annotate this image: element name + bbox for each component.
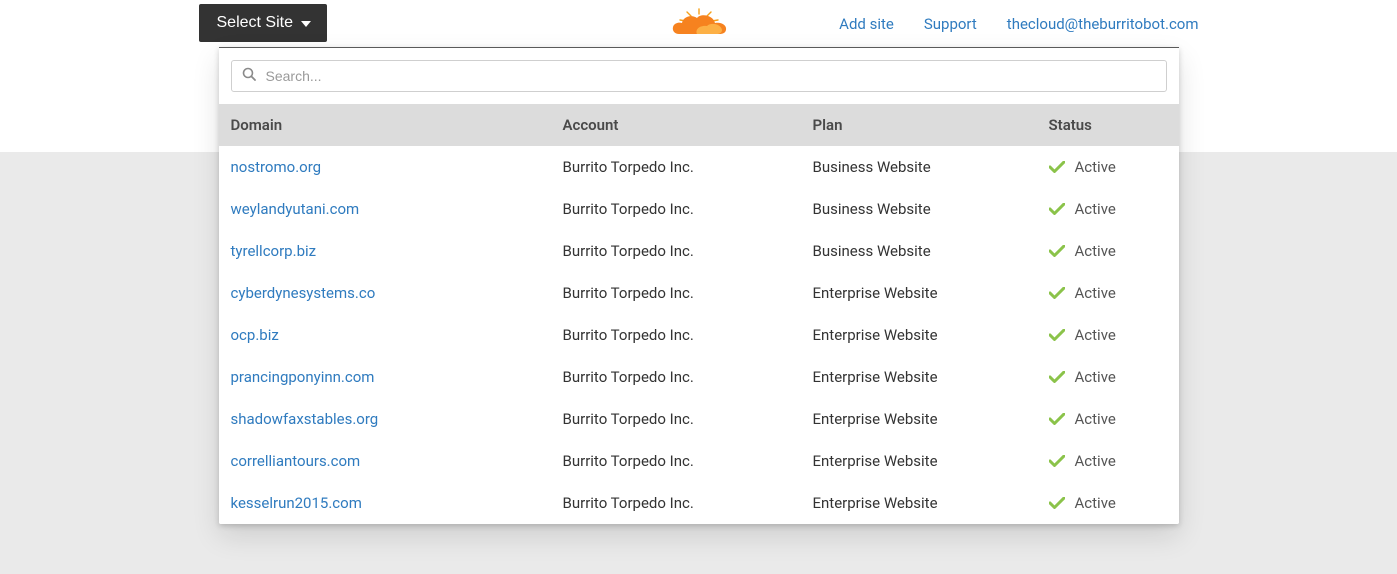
caret-down-icon [301, 14, 311, 32]
table-row[interactable]: prancingponyinn.com Burrito Torpedo Inc.E… [219, 356, 1179, 398]
plan-cell: Enterprise Website [813, 284, 1049, 302]
check-icon [1049, 497, 1065, 509]
account-cell: Burrito Torpedo Inc. [563, 284, 813, 302]
status-text: Active [1075, 200, 1116, 218]
status-text: Active [1075, 326, 1116, 344]
domain-link[interactable]: weylandyutani.com [231, 200, 360, 218]
check-icon [1049, 245, 1065, 257]
table-row[interactable]: correlliantours.com Burrito Torpedo Inc.E… [219, 440, 1179, 482]
domain-link[interactable]: tyrellcorp.biz [231, 242, 317, 260]
table-row[interactable]: cyberdynesystems.co Burrito Torpedo Inc.E… [219, 272, 1179, 314]
account-email-link[interactable]: thecloud@theburritobot.com [1007, 15, 1199, 33]
check-icon [1049, 371, 1065, 383]
table-header-row: Domain Account Plan Status [219, 104, 1179, 146]
domain-link[interactable]: kesselrun2015.com [231, 494, 362, 512]
plan-cell: Enterprise Website [813, 326, 1049, 344]
column-header-plan: Plan [813, 116, 1049, 134]
plan-cell: Business Website [813, 242, 1049, 260]
support-link[interactable]: Support [924, 15, 977, 33]
table-row[interactable]: tyrellcorp.biz Burrito Torpedo Inc.Busine… [219, 230, 1179, 272]
status-text: Active [1075, 284, 1116, 302]
table-row[interactable]: weylandyutani.com Burrito Torpedo Inc.Bus… [219, 188, 1179, 230]
check-icon [1049, 455, 1065, 467]
domain-link[interactable]: correlliantours.com [231, 452, 361, 470]
status-text: Active [1075, 158, 1116, 176]
plan-cell: Business Website [813, 158, 1049, 176]
account-cell: Burrito Torpedo Inc. [563, 200, 813, 218]
status-text: Active [1075, 368, 1116, 386]
plan-cell: Enterprise Website [813, 452, 1049, 470]
status-text: Active [1075, 242, 1116, 260]
select-site-label: Select Site [217, 14, 293, 32]
check-icon [1049, 413, 1065, 425]
table-row[interactable]: ocp.biz Burrito Torpedo Inc.Enterprise We… [219, 314, 1179, 356]
check-icon [1049, 287, 1065, 299]
domain-link[interactable]: nostromo.org [231, 158, 322, 176]
column-header-status: Status [1049, 116, 1167, 134]
domain-link[interactable]: shadowfaxstables.org [231, 410, 379, 428]
search-input[interactable] [266, 68, 1156, 84]
status-text: Active [1075, 452, 1116, 470]
plan-cell: Business Website [813, 200, 1049, 218]
plan-cell: Enterprise Website [813, 494, 1049, 512]
search-icon [242, 67, 256, 85]
check-icon [1049, 329, 1065, 341]
table-row[interactable]: kesselrun2015.com Burrito Torpedo Inc.Ent… [219, 482, 1179, 524]
account-cell: Burrito Torpedo Inc. [563, 452, 813, 470]
domain-link[interactable]: prancingponyinn.com [231, 368, 375, 386]
column-header-account: Account [563, 116, 813, 134]
column-header-domain: Domain [231, 116, 563, 134]
account-cell: Burrito Torpedo Inc. [563, 368, 813, 386]
check-icon [1049, 203, 1065, 215]
domain-link[interactable]: ocp.biz [231, 326, 279, 344]
site-selector-panel: Domain Account Plan Status nostromo.org B… [219, 47, 1179, 524]
table-row[interactable]: nostromo.org Burrito Torpedo Inc.Business… [219, 146, 1179, 188]
status-text: Active [1075, 410, 1116, 428]
account-cell: Burrito Torpedo Inc. [563, 410, 813, 428]
table-row[interactable]: shadowfaxstables.org Burrito Torpedo Inc.… [219, 398, 1179, 440]
plan-cell: Enterprise Website [813, 368, 1049, 386]
cloudflare-logo-icon [667, 6, 731, 38]
account-cell: Burrito Torpedo Inc. [563, 494, 813, 512]
status-text: Active [1075, 494, 1116, 512]
account-cell: Burrito Torpedo Inc. [563, 158, 813, 176]
check-icon [1049, 161, 1065, 173]
account-cell: Burrito Torpedo Inc. [563, 242, 813, 260]
plan-cell: Enterprise Website [813, 410, 1049, 428]
select-site-button[interactable]: Select Site [199, 4, 327, 42]
account-cell: Burrito Torpedo Inc. [563, 326, 813, 344]
domain-link[interactable]: cyberdynesystems.co [231, 284, 376, 302]
add-site-link[interactable]: Add site [839, 15, 894, 33]
